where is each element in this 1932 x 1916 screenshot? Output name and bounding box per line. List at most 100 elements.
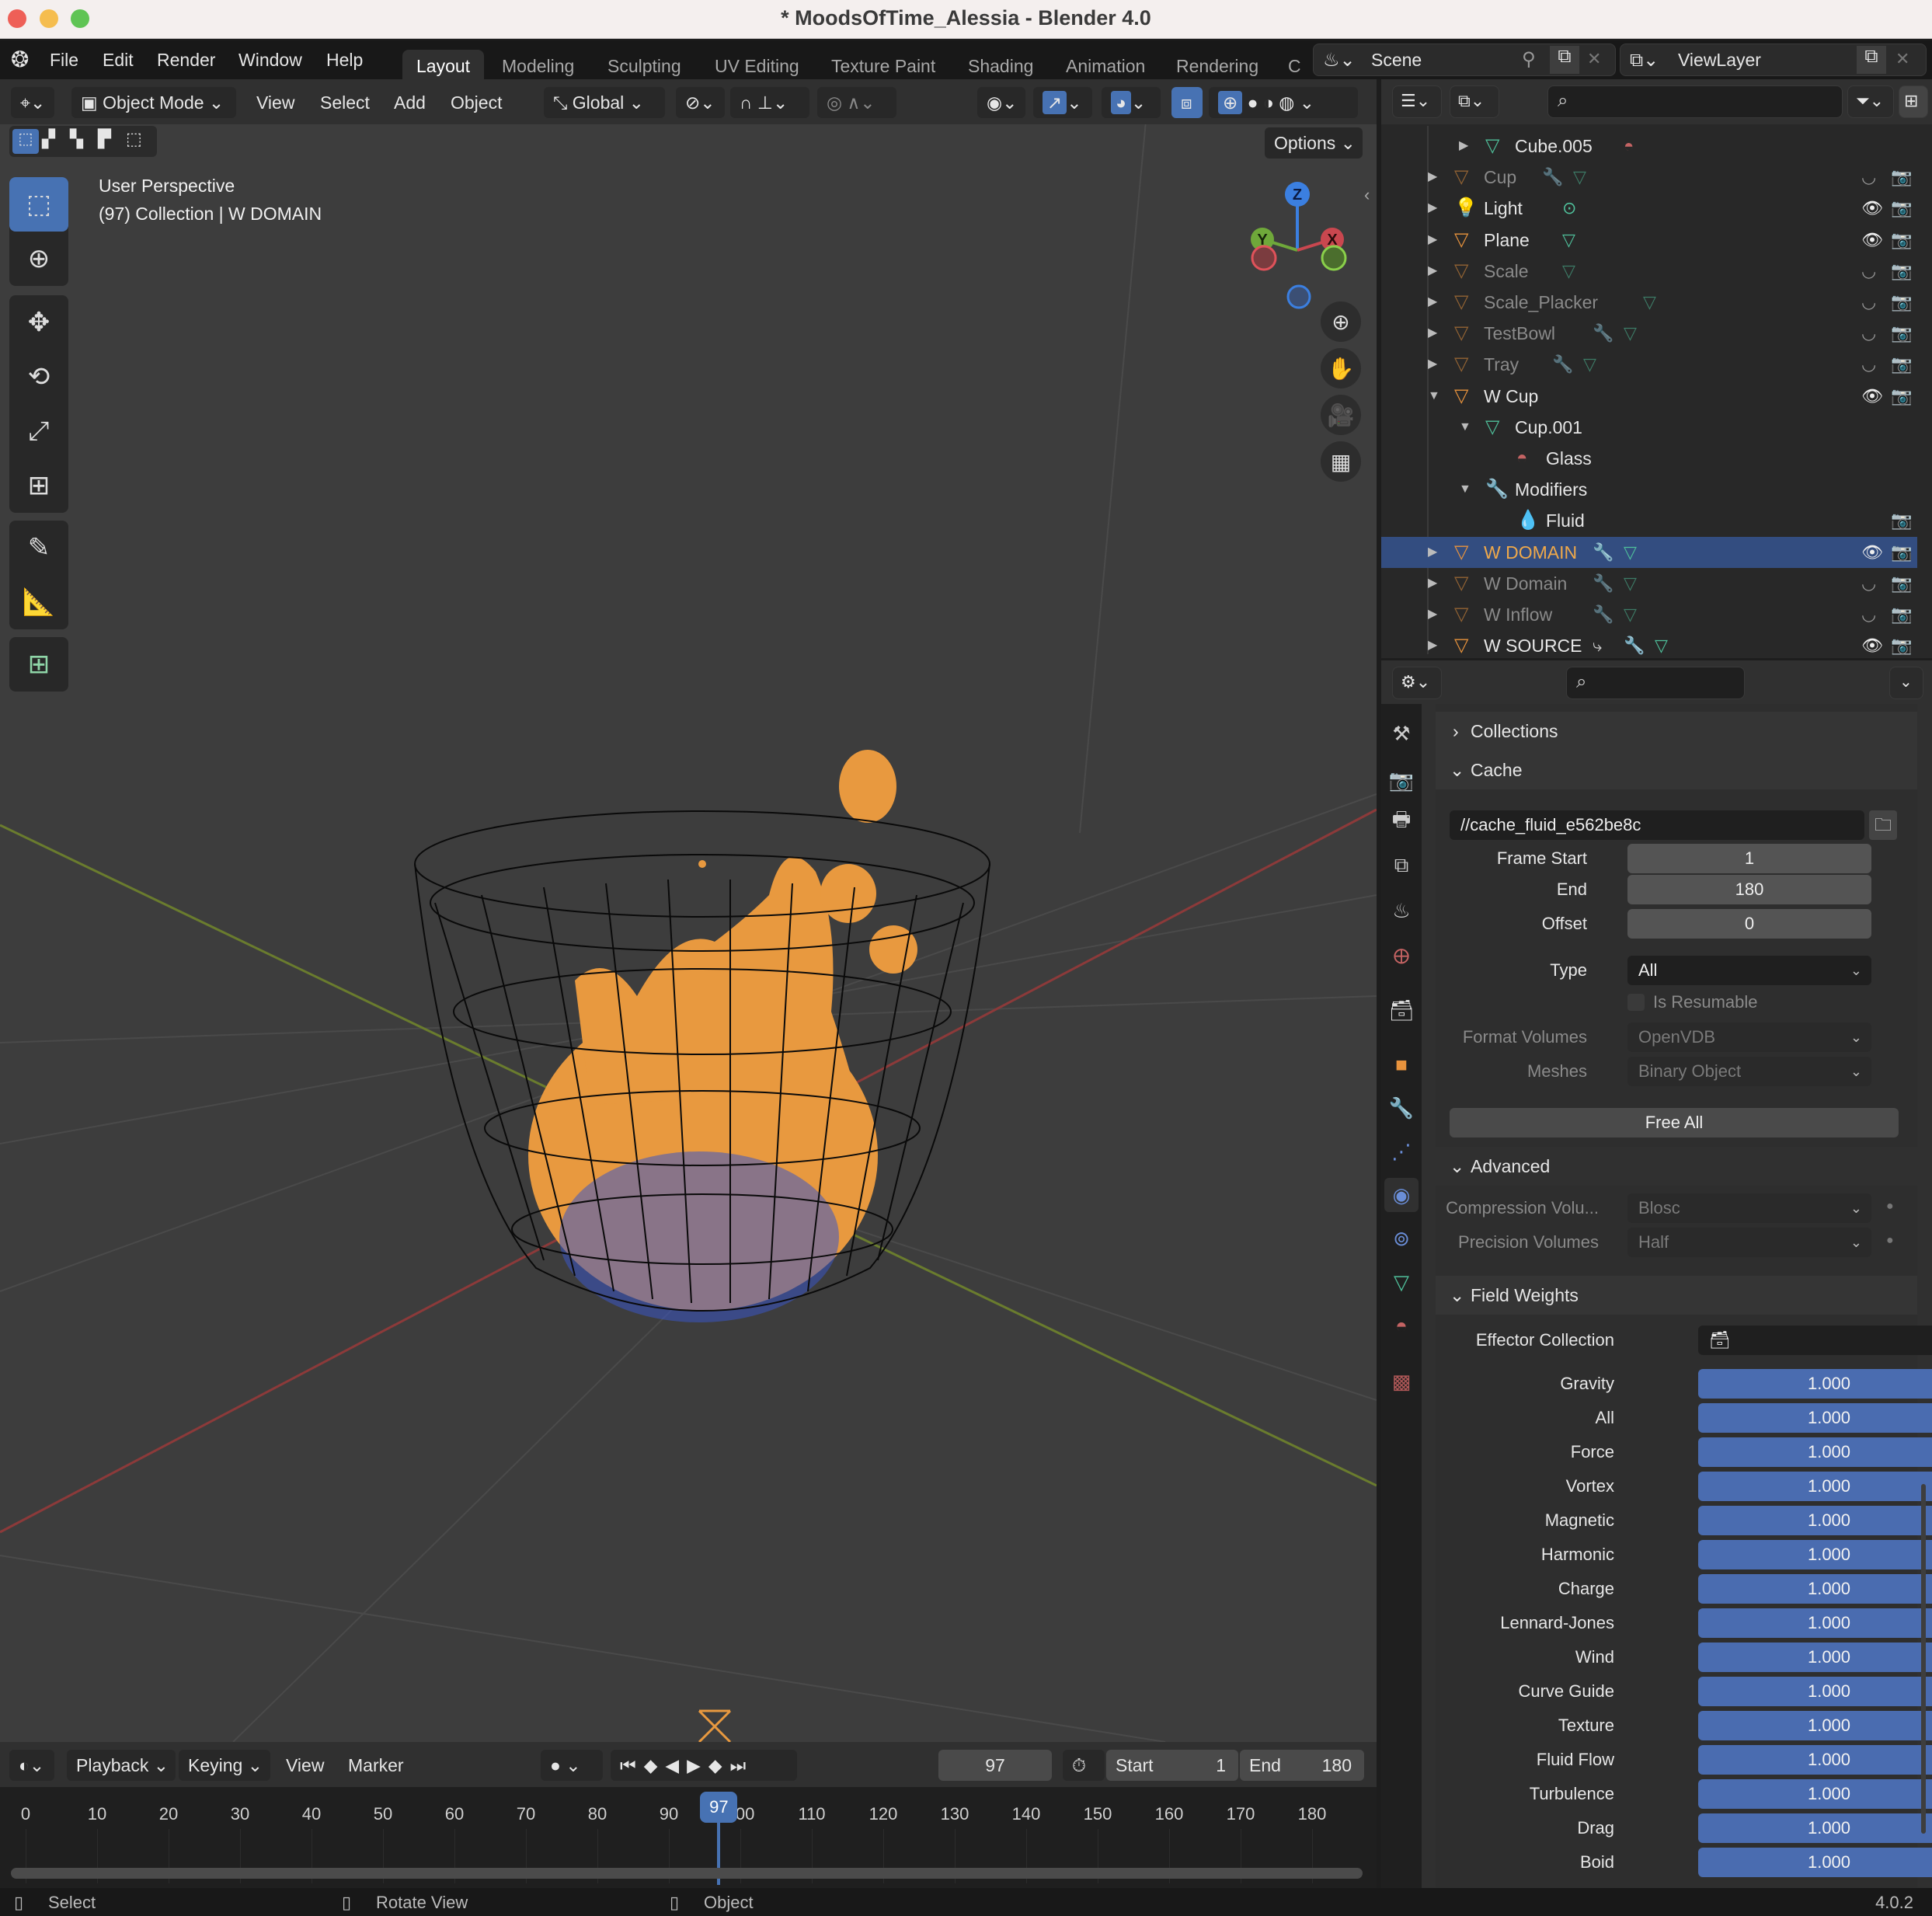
shading-mode-group[interactable]: ⊕ ● ◑ ◍ ⌄	[1209, 87, 1358, 118]
render-camera-icon[interactable]: 📷	[1891, 568, 1912, 599]
field-weight-boid-slider[interactable]: 1.000	[1698, 1848, 1932, 1877]
outliner-row[interactable]: ▶ ▽ W DOMAIN 🔧 ▽ 👁 📷	[1381, 536, 1917, 568]
expand-arrow-icon[interactable]: ▶	[1459, 131, 1468, 162]
mesh-icon[interactable]: ▽	[1562, 256, 1575, 287]
field-weight-curve-guide-slider[interactable]: 1.000	[1698, 1677, 1932, 1706]
select-subtract-icon[interactable]: ▚	[70, 129, 83, 149]
current-frame-field[interactable]: 97	[938, 1750, 1052, 1781]
tab-modeling[interactable]: Modeling	[488, 50, 588, 81]
keyframe-dot-icon[interactable]: ●	[1886, 1234, 1894, 1248]
field-weight-magnetic-slider[interactable]: 1.000	[1698, 1506, 1932, 1535]
render-camera-icon[interactable]: 📷	[1891, 381, 1912, 412]
keyframe-dot-icon[interactable]: ●	[1886, 1200, 1894, 1214]
timeline-editor-type[interactable]: ◐⌄	[9, 1750, 54, 1781]
expand-arrow-icon[interactable]: ▶	[1428, 162, 1437, 193]
timeline-menu-view[interactable]: View	[277, 1750, 333, 1781]
render-camera-icon[interactable]: 📷	[1891, 256, 1912, 287]
sidebar-toggle-icon[interactable]: ‹	[1364, 185, 1370, 205]
new-collection-button[interactable]: ⊞	[1899, 85, 1928, 118]
render-camera-icon[interactable]: 📷	[1891, 537, 1912, 568]
field-weight-drag-slider[interactable]: 1.000	[1698, 1813, 1932, 1843]
select-new-icon[interactable]: ⬚	[12, 129, 39, 154]
rotate-tool[interactable]: ⟲	[9, 350, 68, 404]
modifier-icon[interactable]: 🔧	[1552, 349, 1573, 380]
mesh-icon[interactable]: ▽	[1624, 318, 1637, 349]
collapse-arrow-icon[interactable]: ▼	[1459, 412, 1471, 443]
render-tab[interactable]: 📷	[1384, 763, 1419, 797]
annotate-tool[interactable]: ✎	[9, 521, 68, 575]
collections-panel-header[interactable]: › Collections	[1436, 712, 1917, 751]
tab-shading[interactable]: Shading	[954, 50, 1047, 81]
eye-icon[interactable]: 👁	[1861, 193, 1883, 224]
outliner-search-input[interactable]: ⌕	[1547, 85, 1843, 118]
browse-folder-button[interactable]: 🗀	[1869, 810, 1897, 840]
view-layer-selector[interactable]: ⧉⌄ ViewLayer ⧉ ✕	[1620, 44, 1927, 76]
frame-start-field[interactable]: 1	[1627, 844, 1871, 873]
mesh-icon[interactable]: ▽	[1624, 568, 1637, 599]
pin-icon[interactable]: ⚲	[1522, 48, 1536, 71]
select-extend-icon[interactable]: ▞	[42, 129, 55, 149]
next-keyframe-icon[interactable]: ◆	[708, 1755, 730, 1775]
preview-range-toggle[interactable]: ⏱	[1063, 1750, 1105, 1781]
expand-arrow-icon[interactable]: ▶	[1428, 318, 1437, 349]
is-resumable-checkbox[interactable]	[1627, 994, 1645, 1011]
field-weight-force-slider[interactable]: 1.000	[1698, 1437, 1932, 1467]
display-mode-dropdown[interactable]: ⧉⌄	[1450, 85, 1499, 118]
eye-icon[interactable]: 👁	[1861, 381, 1883, 412]
modifiers-tab[interactable]: 🔧	[1384, 1091, 1419, 1125]
free-all-button[interactable]: Free All	[1450, 1108, 1899, 1137]
tab-uv-editing[interactable]: UV Editing	[701, 50, 813, 81]
modifier-icon[interactable]: 🔧	[1593, 537, 1613, 568]
cache-path-input[interactable]: //cache_fluid_e562be8c	[1450, 810, 1864, 840]
navigation-gizmo[interactable]: Z Y X	[1235, 172, 1359, 312]
outliner-row[interactable]: ▶ ▽ Plane ▽ 👁 📷	[1381, 225, 1917, 256]
camera-view-button[interactable]: 🎥	[1321, 395, 1361, 435]
transform-tool[interactable]: ⊞	[9, 458, 68, 513]
data-tab[interactable]: ▽	[1384, 1265, 1419, 1299]
field-weight-gravity-slider[interactable]: 1.000	[1698, 1369, 1932, 1399]
overlay-toggle[interactable]: ◕ ⌄	[1102, 87, 1161, 118]
eye-closed-icon[interactable]: ◡	[1861, 349, 1876, 380]
pan-view-button[interactable]: ✋	[1321, 348, 1361, 388]
prev-keyframe-icon[interactable]: ◆	[644, 1755, 666, 1775]
eye-closed-icon[interactable]: ◡	[1861, 599, 1876, 630]
end-frame-field[interactable]: End 180	[1240, 1750, 1364, 1781]
tool-tab[interactable]: ⚒	[1384, 716, 1419, 751]
playhead-frame-badge[interactable]: 97	[700, 1792, 738, 1823]
render-camera-icon[interactable]: 📷	[1891, 599, 1912, 630]
menu-object[interactable]: Object	[441, 87, 511, 118]
mesh-icon[interactable]: ▽	[1562, 225, 1575, 256]
expand-arrow-icon[interactable]: ▶	[1428, 193, 1437, 224]
measure-tool[interactable]: 📐	[9, 575, 68, 629]
render-camera-icon[interactable]: 📷	[1891, 287, 1912, 318]
new-view-layer-icon[interactable]: ⧉	[1857, 46, 1886, 74]
properties-options-dropdown[interactable]: ⌄	[1889, 667, 1923, 699]
precision-dropdown[interactable]: Half ⌄	[1627, 1228, 1871, 1257]
rendered-shading-icon[interactable]: ◍	[1279, 92, 1294, 113]
render-camera-icon[interactable]: 📷	[1891, 505, 1912, 536]
render-camera-icon[interactable]: 📷	[1891, 349, 1912, 380]
select-intersect-icon[interactable]: ▛	[98, 129, 111, 149]
start-frame-field[interactable]: Start 1	[1106, 1750, 1238, 1781]
eye-closed-icon[interactable]: ◡	[1861, 287, 1876, 318]
jump-start-icon[interactable]: ⏮	[620, 1755, 644, 1775]
render-camera-icon[interactable]: 📷	[1891, 162, 1912, 193]
delete-view-layer-icon[interactable]: ✕	[1895, 49, 1909, 69]
modifier-icon[interactable]: 🔧	[1593, 599, 1613, 630]
tab-layout[interactable]: Layout	[402, 50, 485, 81]
outliner-row[interactable]: ▶ ▽ TestBowl 🔧 ▽ ◡ 📷	[1381, 318, 1917, 349]
outliner-row[interactable]: ▼ ▽ W Cup 👁 📷	[1381, 381, 1917, 412]
modifier-icon[interactable]: 🔧	[1593, 318, 1613, 349]
jump-end-icon[interactable]: ⏭	[730, 1755, 754, 1775]
frame-end-field[interactable]: 180	[1627, 875, 1871, 904]
collapse-arrow-icon[interactable]: ▼	[1459, 474, 1471, 505]
wireframe-shading-icon[interactable]: ⊕	[1218, 91, 1243, 114]
cache-type-dropdown[interactable]: All ⌄	[1627, 956, 1871, 985]
expand-arrow-icon[interactable]: ▶	[1428, 287, 1437, 318]
add-cube-tool[interactable]: ⊞	[9, 637, 68, 692]
chevron-down-icon[interactable]: ⌄	[1300, 92, 1314, 113]
mesh-icon[interactable]: ▽	[1573, 162, 1586, 193]
outliner-row[interactable]: ▶ 💡 Light ⊙ 👁 📷	[1381, 193, 1917, 224]
properties-editor-type[interactable]: ⚙⌄	[1392, 667, 1442, 699]
scene-name[interactable]: Scene	[1371, 50, 1422, 71]
